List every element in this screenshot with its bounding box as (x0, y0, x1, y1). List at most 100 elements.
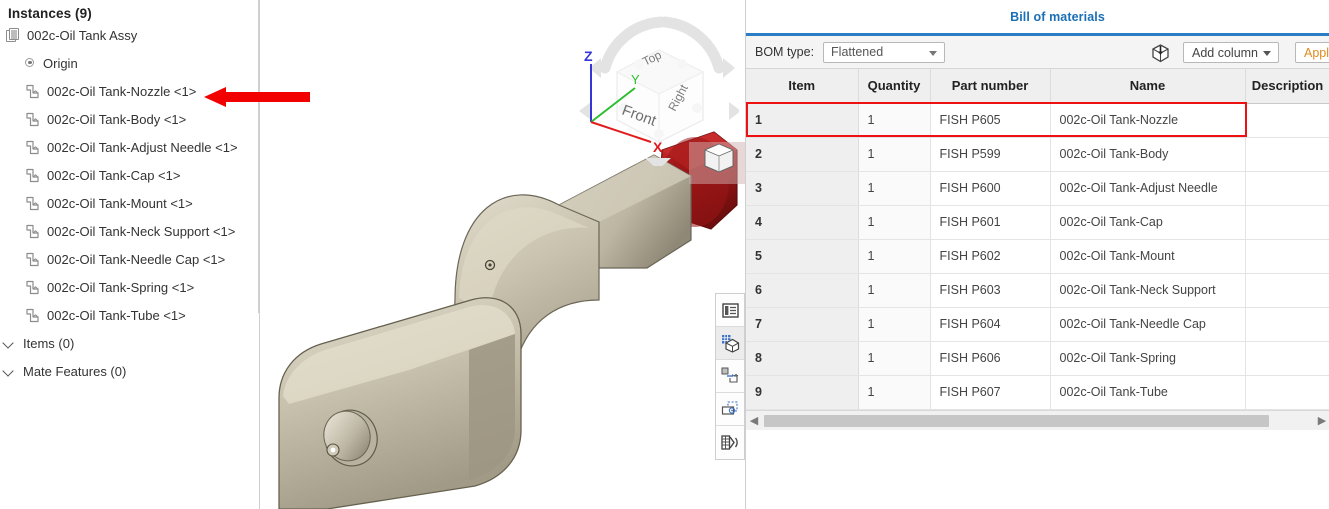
section-view-icon[interactable] (716, 327, 744, 360)
render-box-icon[interactable] (716, 393, 744, 426)
bom-cell-quantity[interactable]: 1 (858, 375, 931, 410)
bom-cell-quantity[interactable]: 1 (858, 341, 931, 376)
tree-item-instance[interactable]: 002c-Oil Tank-Cap <1> (0, 161, 259, 189)
scrollbar-thumb[interactable] (764, 414, 1269, 427)
bom-table-row[interactable]: 7 1 FISH P604 002c-Oil Tank-Needle Cap (746, 307, 1329, 342)
bom-cell-name[interactable]: 002c-Oil Tank-Needle Cap (1050, 307, 1246, 342)
bom-cell-quantity[interactable]: 1 (858, 137, 931, 172)
bom-cell-name[interactable]: 002c-Oil Tank-Neck Support (1050, 273, 1246, 308)
tree-item-instance[interactable]: 002c-Oil Tank-Tube <1> (0, 301, 259, 329)
bom-cell-name[interactable]: 002c-Oil Tank-Body (1050, 137, 1246, 172)
export-cube-icon[interactable] (1150, 43, 1171, 64)
bom-cell-description[interactable] (1245, 205, 1329, 240)
bom-cell-item[interactable]: 2 (746, 137, 859, 172)
part-icon (25, 280, 40, 295)
instances-header: Instances (9) (8, 6, 92, 21)
tree-item-label: 002c-Oil Tank-Spring <1> (47, 279, 195, 295)
bom-table-row[interactable]: 4 1 FISH P601 002c-Oil Tank-Cap (746, 205, 1329, 240)
tree-section-items[interactable]: Items (0) (0, 329, 259, 357)
bom-table-row[interactable]: 2 1 FISH P599 002c-Oil Tank-Body (746, 137, 1329, 172)
bom-table-row[interactable]: 3 1 FISH P600 002c-Oil Tank-Adjust Needle (746, 171, 1329, 206)
bom-column-header[interactable]: Quantity (858, 69, 931, 104)
bom-cell-name[interactable]: 002c-Oil Tank-Nozzle (1050, 103, 1246, 138)
bom-cell-description[interactable] (1245, 171, 1329, 206)
measure-icon[interactable] (716, 426, 744, 459)
bom-cell-description[interactable] (1245, 307, 1329, 342)
3d-viewport[interactable]: Top Front Right Z Y X (259, 0, 745, 509)
bom-horizontal-scrollbar[interactable]: ◀ ▶ (746, 410, 1329, 430)
axis-label-z: Z (584, 48, 593, 64)
bom-cell-quantity[interactable]: 1 (858, 273, 931, 308)
tree-item-label: 002c-Oil Tank-Cap <1> (47, 167, 181, 183)
bom-cell-quantity[interactable]: 1 (858, 171, 931, 206)
bom-column-header[interactable]: Part number (930, 69, 1051, 104)
bom-table-body: 1 1 FISH P605 002c-Oil Tank-Nozzle 2 1 FISH P5… (746, 103, 1329, 410)
bom-cell-part-number[interactable]: FISH P603 (930, 273, 1051, 308)
bom-column-header[interactable]: Description (1245, 69, 1329, 104)
display-list-icon[interactable] (716, 294, 744, 327)
bom-cell-item[interactable]: 8 (746, 341, 859, 376)
bom-cell-part-number[interactable]: FISH P604 (930, 307, 1051, 342)
scroll-left-arrow[interactable]: ◀ (746, 414, 762, 427)
bom-cell-item[interactable]: 6 (746, 273, 859, 308)
bom-cell-description[interactable] (1245, 103, 1329, 138)
tree-item-instance[interactable]: 002c-Oil Tank-Adjust Needle <1> (0, 133, 259, 161)
bom-cell-part-number[interactable]: FISH P601 (930, 205, 1051, 240)
apply-label: Apply (1304, 45, 1329, 60)
bill-of-materials-panel: Bill of materials BOM type: Flattened Ad… (745, 0, 1329, 509)
bom-type-label: BOM type: (755, 45, 815, 59)
bom-table-row[interactable]: 9 1 FISH P607 002c-Oil Tank-Tube (746, 375, 1329, 410)
bom-cell-quantity[interactable]: 1 (858, 239, 931, 274)
feature-tree-panel: Instances (9) 002c-Oil Tank Assy Origin … (0, 0, 259, 509)
bom-table-row[interactable]: 1 1 FISH P605 002c-Oil Tank-Nozzle (746, 103, 1329, 138)
bom-cell-description[interactable] (1245, 375, 1329, 410)
scroll-right-arrow[interactable]: ▶ (1314, 414, 1329, 427)
bom-cell-part-number[interactable]: FISH P602 (930, 239, 1051, 274)
bom-column-header[interactable]: Item (746, 69, 859, 104)
bom-cell-part-number[interactable]: FISH P605 (930, 103, 1051, 138)
bom-cell-name[interactable]: 002c-Oil Tank-Spring (1050, 341, 1246, 376)
tree-item-instance[interactable]: 002c-Oil Tank-Spring <1> (0, 273, 259, 301)
part-icon (25, 224, 40, 239)
tree-section-mate-features[interactable]: Mate Features (0) (0, 357, 259, 385)
add-column-button[interactable]: Add column (1183, 42, 1280, 63)
apply-button[interactable]: Apply (1295, 42, 1329, 63)
bom-cell-name[interactable]: 002c-Oil Tank-Adjust Needle (1050, 171, 1246, 206)
tree-item-label: 002c-Oil Tank-Needle Cap <1> (47, 251, 226, 267)
bom-cell-quantity[interactable]: 1 (858, 307, 931, 342)
tree-item-instance[interactable]: 002c-Oil Tank-Mount <1> (0, 189, 259, 217)
bom-cell-item[interactable]: 1 (746, 103, 859, 138)
bom-cell-quantity[interactable]: 1 (858, 205, 931, 240)
tree-item-origin[interactable]: Origin (0, 49, 259, 77)
instances-list: 002c-Oil Tank-Nozzle <1> 002c-Oil Tank-Bo… (0, 77, 259, 329)
tree-item-instance[interactable]: 002c-Oil Tank-Body <1> (0, 105, 259, 133)
tree-item-instance[interactable]: 002c-Oil Tank-Needle Cap <1> (0, 245, 259, 273)
bom-cell-name[interactable]: 002c-Oil Tank-Tube (1050, 375, 1246, 410)
bom-cell-item[interactable]: 4 (746, 205, 859, 240)
bom-cell-item[interactable]: 9 (746, 375, 859, 410)
bom-cell-item[interactable]: 3 (746, 171, 859, 206)
bom-table-row[interactable]: 8 1 FISH P606 002c-Oil Tank-Spring (746, 341, 1329, 376)
bom-table-row[interactable]: 5 1 FISH P602 002c-Oil Tank-Mount (746, 239, 1329, 274)
bom-column-header[interactable]: Name (1050, 69, 1246, 104)
bom-cell-part-number[interactable]: FISH P600 (930, 171, 1051, 206)
bom-cell-description[interactable] (1245, 273, 1329, 308)
explode-icon[interactable] (716, 360, 744, 393)
tree-item-instance[interactable]: 002c-Oil Tank-Neck Support <1> (0, 217, 259, 245)
bom-cell-item[interactable]: 5 (746, 239, 859, 274)
bom-cell-description[interactable] (1245, 341, 1329, 376)
bom-table-row[interactable]: 6 1 FISH P603 002c-Oil Tank-Neck Support (746, 273, 1329, 308)
tree-section-label: Items (0) (23, 335, 75, 351)
bom-type-select[interactable]: Flattened (823, 41, 946, 63)
bom-cell-description[interactable] (1245, 137, 1329, 172)
bom-cell-item[interactable]: 7 (746, 307, 859, 342)
tree-item-assembly-root[interactable]: 002c-Oil Tank Assy (0, 21, 259, 49)
tree-item-label: Origin (43, 55, 78, 71)
bom-cell-part-number[interactable]: FISH P607 (930, 375, 1051, 410)
bom-cell-part-number[interactable]: FISH P599 (930, 137, 1051, 172)
bom-cell-quantity[interactable]: 1 (858, 103, 931, 138)
bom-cell-name[interactable]: 002c-Oil Tank-Cap (1050, 205, 1246, 240)
bom-cell-name[interactable]: 002c-Oil Tank-Mount (1050, 239, 1246, 274)
bom-cell-description[interactable] (1245, 239, 1329, 274)
bom-cell-part-number[interactable]: FISH P606 (930, 341, 1051, 376)
